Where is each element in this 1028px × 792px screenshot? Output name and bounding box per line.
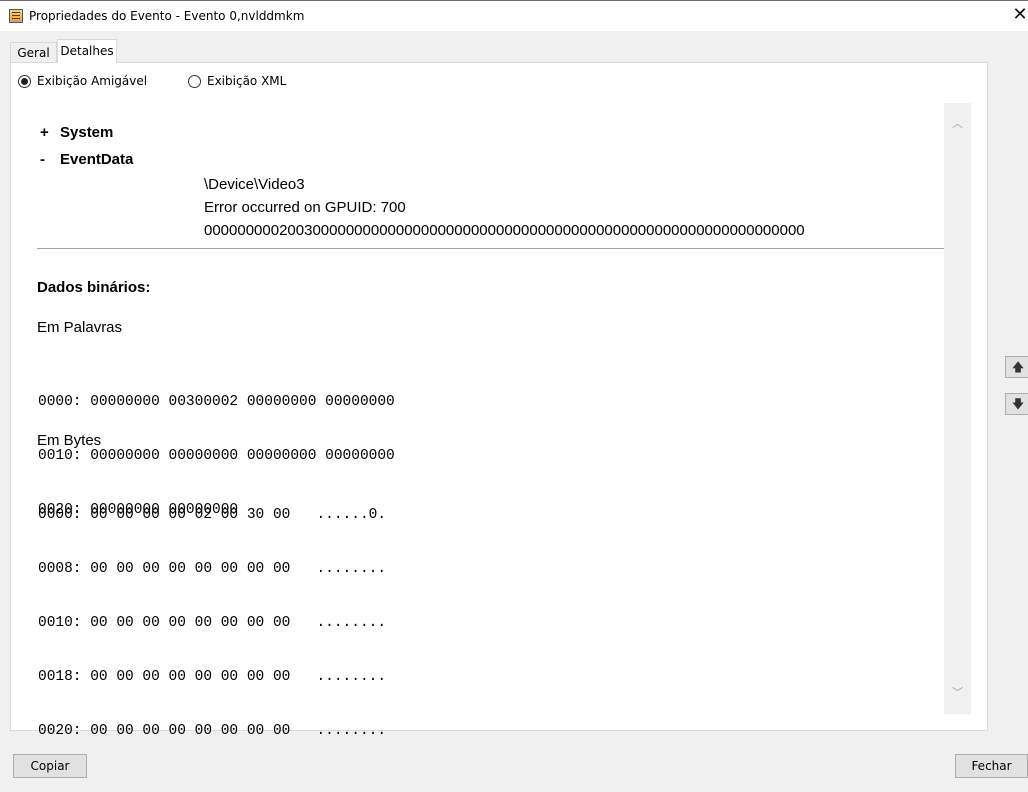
scroll-down-icon[interactable]: ﹀ (944, 682, 971, 704)
xml-view-radio[interactable]: Exibição XML (188, 74, 286, 88)
window-title: Propriedades do Evento - Evento 0,nvlddm… (29, 9, 305, 23)
bytes-row: 0010: 00 00 00 00 00 00 00 00 ........ (38, 615, 387, 631)
bytes-row: 0008: 00 00 00 00 00 00 00 00 ........ (38, 561, 387, 577)
radio-unchecked-icon (188, 74, 201, 88)
binary-data-title: Dados binários: (37, 279, 151, 296)
words-row: 0000: 00000000 00300002 00000000 0000000… (38, 394, 395, 410)
title-bar: Propriedades do Evento - Evento 0,nvlddm… (0, 0, 1028, 31)
bytes-row: 0020: 00 00 00 00 00 00 00 00 ........ (38, 723, 387, 739)
tab-geral[interactable]: Geral (10, 42, 57, 62)
tree-node-system[interactable]: + System (40, 124, 113, 141)
event-data-line: 0000000002003000000000000000000000000000… (204, 222, 805, 239)
arrow-down-icon: 🡇 (1011, 397, 1025, 411)
bytes-row: 0018: 00 00 00 00 00 00 00 00 ........ (38, 669, 387, 685)
tree-node-label: EventData (60, 151, 134, 168)
xml-view-label: Exibição XML (207, 74, 287, 88)
bytes-label: Em Bytes (37, 432, 102, 449)
tree-node-eventdata[interactable]: - EventData (40, 151, 133, 168)
expand-icon[interactable]: + (40, 124, 60, 141)
radio-checked-icon (18, 74, 31, 88)
close-button[interactable]: Fechar (955, 754, 1028, 778)
tab-detalhes[interactable]: Detalhes (57, 39, 117, 63)
event-viewer-icon (9, 9, 23, 23)
event-details-content: + System - EventData \Device\Video3 Error … (27, 103, 971, 739)
divider (37, 248, 944, 249)
friendly-view-label: Exibição Amigável (37, 74, 148, 88)
bytes-row: 0000: 00 00 00 00 02 00 30 00 ......0. (38, 507, 387, 523)
event-data-line: Error occurred on GPUID: 700 (204, 199, 406, 216)
close-icon[interactable]: ✕ (1010, 4, 1028, 25)
scroll-up-icon[interactable]: ︿ (944, 113, 971, 135)
friendly-view-radio[interactable]: Exibição Amigável (18, 74, 147, 88)
words-row: 0010: 00000000 00000000 00000000 0000000… (38, 448, 395, 464)
previous-event-button[interactable]: 🡅 (1005, 356, 1028, 378)
arrow-up-icon: 🡅 (1011, 360, 1025, 374)
bytes-dump: 0000: 00 00 00 00 02 00 30 00 ......0. 0… (38, 470, 386, 776)
vertical-scrollbar[interactable]: ︿ ﹀ (944, 103, 971, 714)
copy-button[interactable]: Copiar (13, 754, 87, 778)
tree-node-label: System (60, 124, 114, 141)
next-event-button[interactable]: 🡇 (1005, 393, 1028, 415)
words-label: Em Palavras (37, 319, 123, 336)
event-data-line: \Device\Video3 (204, 176, 305, 193)
collapse-icon[interactable]: - (40, 151, 60, 168)
